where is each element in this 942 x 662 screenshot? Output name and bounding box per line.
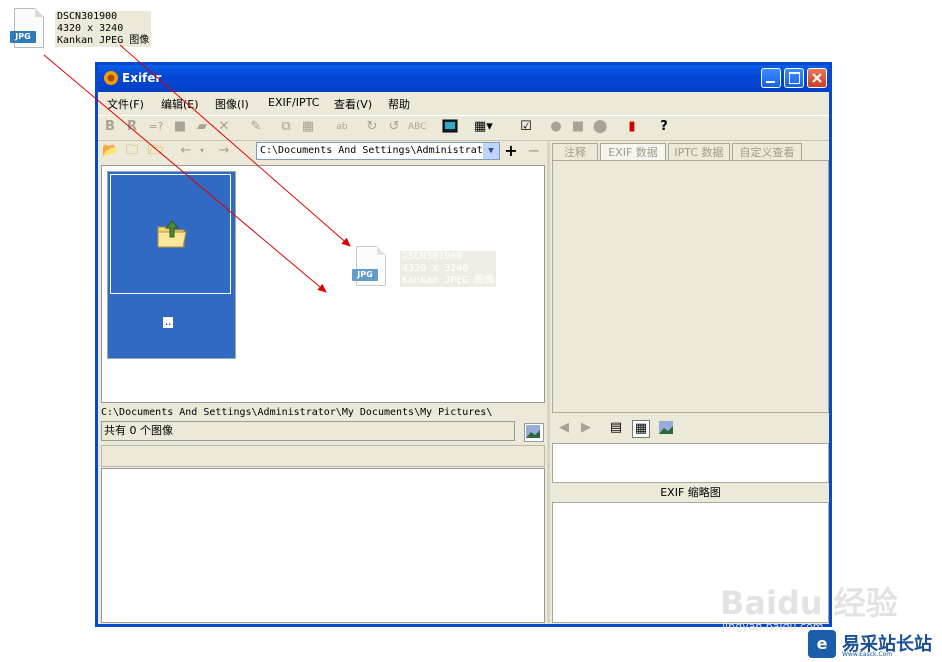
annotation-arrows — [43, 44, 351, 293]
arrow-line-1 — [43, 54, 327, 293]
baidu-watermark: Baidu 经验 — [720, 584, 898, 622]
brand-sub: Www.Easck.Com — [842, 651, 893, 658]
brand-icon: e — [808, 630, 836, 658]
brand-logo: e 易采站长站 Www.Easck.Com — [808, 630, 942, 660]
